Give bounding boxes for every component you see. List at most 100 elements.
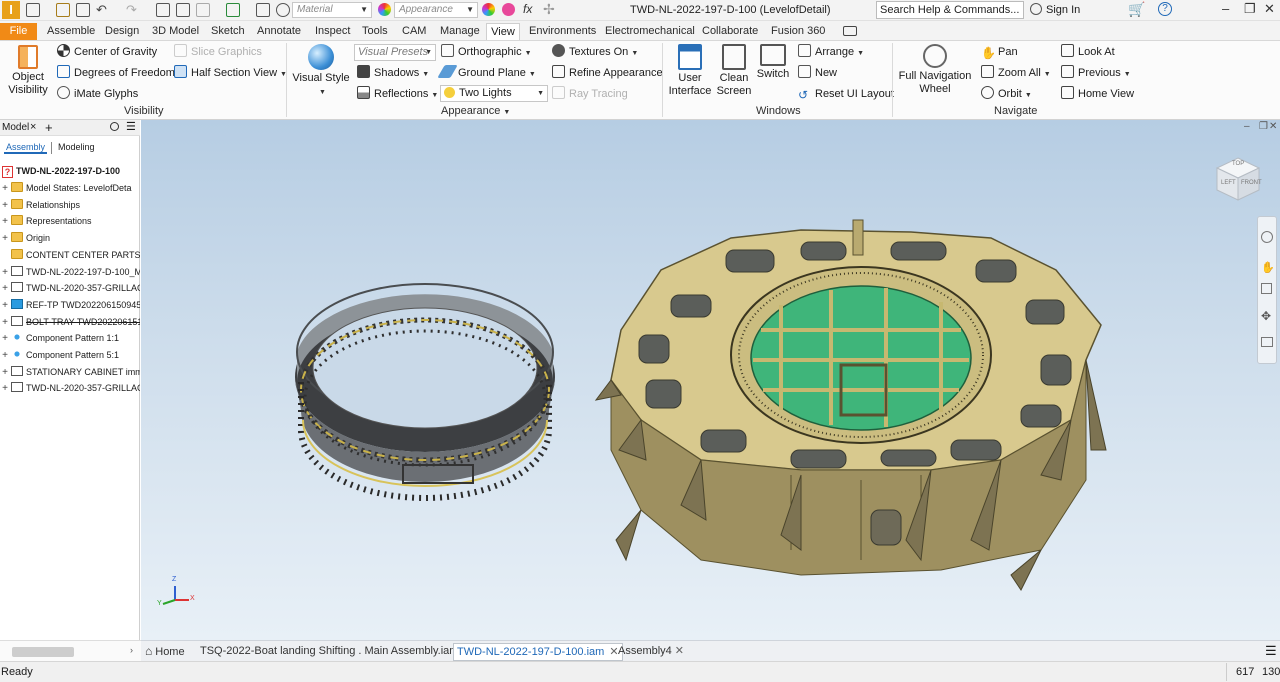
sign-in-link[interactable]: Sign In <box>1046 4 1080 16</box>
home-icon[interactable] <box>156 3 170 17</box>
ribbon-options-icon[interactable] <box>843 26 857 36</box>
tab-file[interactable]: File <box>0 23 37 41</box>
viewport-close-icon[interactable]: ✕ <box>1269 121 1277 132</box>
tree-item[interactable]: + REF-TP TWD20220615094542 <box>0 297 140 313</box>
scroll-right-icon[interactable]: › <box>130 645 133 655</box>
expand-icon[interactable]: + <box>0 365 10 380</box>
clean-screen-button[interactable]: Clean Screen <box>714 44 754 98</box>
half-section-view-button[interactable]: Half Section View ▼ <box>174 65 287 83</box>
previous-view-button[interactable]: Previous ▼ <box>1061 65 1131 83</box>
degrees-of-freedom-button[interactable]: Degrees of Freedom <box>57 65 175 83</box>
tab-3d-model[interactable]: 3D Model <box>148 23 203 41</box>
tree-item[interactable]: + TWD-NL-2020-357-GRILLAGE <box>0 380 140 396</box>
minimize-icon[interactable]: – <box>1222 1 1229 16</box>
tab-manage[interactable]: Manage <box>436 23 484 41</box>
tree-item[interactable]: + STATIONARY CABINET immo <box>0 364 140 380</box>
textures-on-button[interactable]: Textures On ▼ <box>552 44 638 62</box>
lighting-dropdown[interactable]: Two Lights ▼ <box>440 85 548 102</box>
redo-icon[interactable]: ↷ <box>126 2 137 18</box>
tree-item[interactable]: + Origin <box>0 230 140 246</box>
doc-tab-assembly4[interactable]: Assembly4 ✕ <box>618 643 684 661</box>
browser-scrollbar[interactable]: › <box>0 640 141 661</box>
tab-electromechanical[interactable]: Electromechanical <box>601 23 699 41</box>
search-help-input[interactable]: Search Help & Commands... <box>876 1 1024 19</box>
platform-assembly[interactable] <box>594 219 1107 591</box>
expand-icon[interactable]: + <box>0 281 10 296</box>
nav-look-at-icon[interactable] <box>1261 337 1273 347</box>
tab-sketch[interactable]: Sketch <box>207 23 249 41</box>
new-icon[interactable] <box>26 3 40 17</box>
app-logo-icon[interactable]: I <box>2 1 20 19</box>
nav-wheel-icon[interactable] <box>1261 231 1273 243</box>
refine-appearance-button[interactable]: Refine Appearance <box>552 65 663 83</box>
expand-icon[interactable]: + <box>0 331 10 346</box>
viewcube[interactable]: TOP LEFT FRONT <box>1215 156 1262 202</box>
tab-collaborate[interactable]: Collaborate <box>698 23 762 41</box>
expand-icon[interactable]: + <box>0 298 10 313</box>
expand-icon[interactable]: + <box>0 315 10 330</box>
object-visibility-button[interactable]: Object Visibility <box>6 45 50 97</box>
appearance-panel-label[interactable]: Appearance ▼ <box>441 105 510 117</box>
visual-style-button[interactable]: Visual Style ▼ <box>292 44 350 99</box>
close-window-icon[interactable]: ✕ <box>1264 1 1275 17</box>
save-icon[interactable] <box>76 3 90 17</box>
viewport-minimize-icon[interactable]: – <box>1244 121 1250 132</box>
browser-search-icon[interactable] <box>110 122 119 131</box>
tab-environments[interactable]: Environments <box>525 23 600 41</box>
tree-item[interactable]: + Relationships <box>0 197 140 213</box>
orbit-button[interactable]: Orbit ▼ <box>981 86 1032 104</box>
expand-icon[interactable]: + <box>0 231 10 246</box>
new-window-button[interactable]: New <box>798 65 837 83</box>
user-interface-button[interactable]: User Interface <box>668 44 712 98</box>
doc-tab-boat-landing[interactable]: TSQ-2022-Boat landing Shifting . Main As… <box>200 643 473 661</box>
material-dropdown[interactable]: Material ▼ <box>292 2 372 18</box>
orthographic-button[interactable]: Orthographic ▼ <box>441 44 532 62</box>
update-icon[interactable] <box>256 3 270 17</box>
scroll-thumb[interactable] <box>12 647 74 657</box>
browser-tab-modeling[interactable]: Modeling <box>58 142 95 152</box>
browser-add-icon[interactable]: + <box>45 120 53 135</box>
graphics-viewport[interactable]: TOP LEFT FRONT – ❐ ✕ ✋ ✥ Z X Y <box>141 120 1280 640</box>
parameters-fx-icon[interactable]: fx <box>523 2 532 16</box>
expand-icon[interactable]: + <box>0 181 10 196</box>
cart-icon[interactable]: 🛒 <box>1128 1 1145 18</box>
tab-inspect[interactable]: Inspect <box>311 23 354 41</box>
nav-zoom-icon[interactable] <box>1261 283 1272 294</box>
arrange-button[interactable]: Arrange ▼ <box>798 44 864 62</box>
clear-appearance-icon[interactable] <box>502 3 515 16</box>
nav-pan-icon[interactable]: ✋ <box>1261 261 1275 274</box>
imate-glyphs-button[interactable]: iMate Glyphs <box>57 86 138 104</box>
expand-icon[interactable]: + <box>0 214 10 229</box>
tree-item[interactable]: + Representations <box>0 213 140 229</box>
undo-icon[interactable]: ↶ <box>96 2 107 18</box>
reflections-button[interactable]: Reflections ▼ <box>357 86 438 104</box>
ring-assembly[interactable] <box>295 283 555 501</box>
tree-item[interactable]: + BOLT-TRAY TWD20220615133 <box>0 314 140 330</box>
tab-view[interactable]: View <box>486 23 520 41</box>
doc-tab-home[interactable]: ⌂ Home <box>145 643 185 661</box>
open-icon[interactable] <box>56 3 70 17</box>
center-of-gravity-button[interactable]: Center of Gravity <box>57 44 157 62</box>
viewport-maximize-icon[interactable]: ❐ <box>1259 121 1268 132</box>
expand-icon[interactable]: + <box>0 265 10 280</box>
measure-icon[interactable] <box>196 3 210 17</box>
color-override-icon[interactable] <box>276 3 290 17</box>
move-icon[interactable]: ✢ <box>543 1 555 18</box>
pan-button[interactable]: ✋ Pan <box>981 44 1018 62</box>
tab-fusion-360[interactable]: Fusion 360 <box>767 23 829 41</box>
tree-item[interactable]: CONTENT CENTER PARTS <box>0 247 140 263</box>
expand-icon[interactable]: + <box>0 381 10 396</box>
shadows-button[interactable]: Shadows ▼ <box>357 65 429 83</box>
tab-cam[interactable]: CAM <box>398 23 430 41</box>
select-icon[interactable] <box>226 3 240 17</box>
adjust-appearance-icon[interactable] <box>482 3 495 16</box>
nav-orbit-icon[interactable]: ✥ <box>1261 309 1271 323</box>
tree-item[interactable]: + Model States: LevelofDeta <box>0 180 140 196</box>
tab-annotate[interactable]: Annotate <box>253 23 305 41</box>
home-view-button[interactable]: Home View <box>1061 86 1134 104</box>
doc-tab-twd-active[interactable]: TWD-NL-2022-197-D-100.iam ✕ <box>453 643 623 661</box>
zoom-all-button[interactable]: Zoom All ▼ <box>981 65 1051 83</box>
switch-button[interactable]: Switch <box>756 44 790 81</box>
ground-plane-button[interactable]: Ground Plane ▼ <box>437 65 536 83</box>
tree-item[interactable]: + TWD-NL-2020-357-GRILLAGE <box>0 280 140 296</box>
